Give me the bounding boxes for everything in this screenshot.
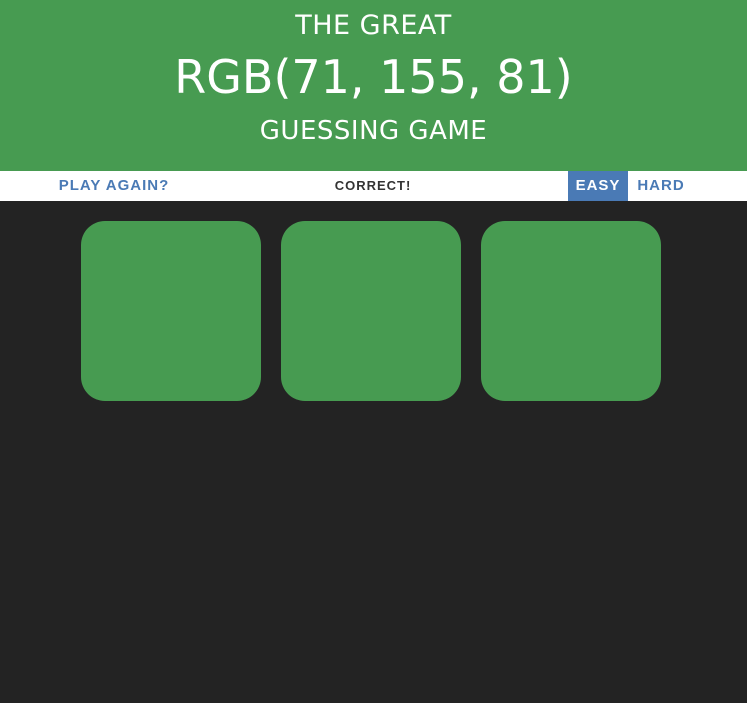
target-color-display: RGB(71, 155, 81) [174,50,573,104]
status-message: CORRECT! [334,178,412,193]
hard-mode-button[interactable]: HARD [631,171,691,201]
color-square[interactable] [281,221,461,401]
title-line-top: THE GREAT [295,10,452,41]
title-line-bottom: GUESSING GAME [259,116,488,146]
header: THE GREAT RGB(71, 155, 81) GUESSING GAME [0,0,747,171]
control-stripe: PLAY AGAIN? CORRECT! EASY HARD [0,171,747,201]
easy-mode-button[interactable]: EASY [568,171,628,201]
play-again-button[interactable]: PLAY AGAIN? [44,171,184,201]
color-square[interactable] [481,221,661,401]
color-square[interactable] [81,221,261,401]
